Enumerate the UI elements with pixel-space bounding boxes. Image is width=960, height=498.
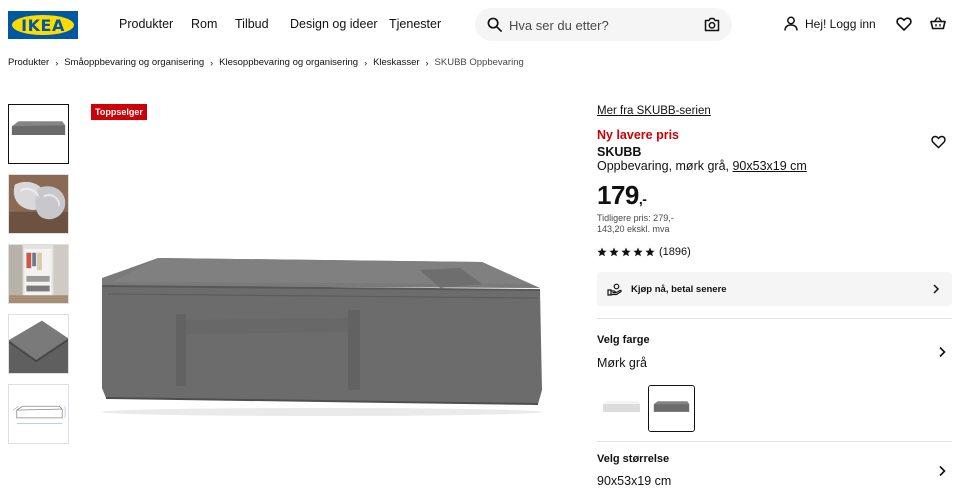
thumbnail-wardrobe-room[interactable] (8, 244, 69, 304)
thumbnail-dimension-drawing[interactable] (8, 384, 69, 444)
nav-item-produkter[interactable]: Produkter (119, 17, 189, 31)
buy-now-pay-later-button[interactable]: Kjøp nå, betal senere (597, 272, 952, 306)
color-section-title: Velg farge (597, 334, 650, 346)
section-divider (597, 441, 952, 442)
cart-icon[interactable] (930, 16, 946, 32)
thumbnail-corner-detail[interactable] (8, 314, 69, 374)
chevron-right-icon: › (210, 57, 214, 68)
camera-icon[interactable] (704, 17, 720, 32)
size-section-title: Velg størrelse (597, 453, 670, 465)
thumbnail-folded-fabric[interactable] (8, 174, 69, 234)
previous-price-block: Tidligere pris: 279,- 143,20 ekskl. mva (597, 213, 674, 235)
thumbnail-product-front[interactable] (8, 104, 69, 164)
section-divider (597, 318, 952, 319)
heart-icon[interactable] (931, 135, 946, 149)
login-label: Hej! Logg inn (805, 16, 876, 31)
rating[interactable]: (1896) (597, 246, 691, 258)
price-value: 179 (597, 180, 639, 210)
chevron-right-icon: › (425, 57, 429, 68)
rating-count: (1896) (659, 246, 691, 258)
star-icon (597, 247, 607, 257)
star-icon (633, 247, 643, 257)
star-icon (609, 247, 619, 257)
price-ex-vat: 143,20 ekskl. mva (597, 224, 670, 234)
color-section-value: Mørk grå (597, 356, 647, 370)
nav-item-tilbud[interactable]: Tilbud (235, 17, 290, 31)
search-bar[interactable] (475, 8, 732, 41)
thumbnail-gallery (8, 104, 69, 454)
hand-coin-icon (607, 283, 622, 296)
new-price-label: Ny lavere pris (597, 128, 679, 142)
heart-icon[interactable] (896, 16, 912, 32)
previous-price: Tidligere pris: 279,- (597, 213, 674, 223)
search-input[interactable] (509, 15, 694, 35)
login-link[interactable]: Hej! Logg inn (784, 16, 876, 31)
chevron-right-icon[interactable] (938, 346, 946, 358)
breadcrumb-item[interactable]: Småoppbevaring og organisering (64, 57, 204, 68)
rating-stars (597, 247, 655, 257)
financing-label: Kjøp nå, betal senere (631, 283, 727, 295)
product-description: Oppbevaring, mørk grå, 90x53x19 cm (597, 159, 807, 173)
nav-item-rom[interactable]: Rom (191, 17, 235, 31)
nav-item-tjenester[interactable]: Tjenester (389, 17, 441, 31)
series-link[interactable]: Mer fra SKUBB-serien (597, 105, 711, 117)
breadcrumb-item[interactable]: Produkter (8, 57, 49, 68)
user-icon (784, 16, 798, 31)
chevron-right-icon (933, 284, 940, 294)
description-text: Oppbevaring, mørk grå, (597, 159, 729, 173)
site-header: IKEA Produkter Rom Tilbud Design og idee… (0, 0, 960, 50)
price-suffix: ,- (638, 191, 647, 207)
breadcrumb-current: SKUBB Oppbevaring (434, 57, 524, 68)
logo-text: IKEA (21, 15, 65, 35)
ikea-logo[interactable]: IKEA (8, 11, 78, 39)
product-main-image[interactable] (90, 240, 555, 430)
swatch-dark-grey[interactable] (648, 385, 695, 432)
logo-oval: IKEA (12, 15, 74, 35)
breadcrumb-item[interactable]: Klesoppbevaring og organisering (219, 57, 358, 68)
size-section-value: 90x53x19 cm (597, 474, 672, 488)
swatch-white[interactable] (597, 385, 644, 432)
star-icon (621, 247, 631, 257)
price: 179,- (597, 180, 647, 211)
nav-item-design-og-ideer[interactable]: Design og ideer (290, 17, 389, 31)
main-nav: Produkter Rom Tilbud Design og ideer Tje… (119, 17, 441, 31)
top-seller-badge: Toppselger (91, 104, 147, 120)
chevron-right-icon: › (55, 57, 59, 68)
chevron-right-icon[interactable] (938, 465, 946, 477)
breadcrumb-item[interactable]: Kleskasser (373, 57, 419, 68)
search-icon[interactable] (487, 17, 502, 32)
star-icon (645, 247, 655, 257)
size-link[interactable]: 90x53x19 cm (732, 159, 806, 173)
chevron-right-icon: › (364, 57, 368, 68)
breadcrumb: Produkter › Småoppbevaring og organiseri… (8, 57, 524, 68)
product-name: SKUBB (597, 145, 642, 159)
